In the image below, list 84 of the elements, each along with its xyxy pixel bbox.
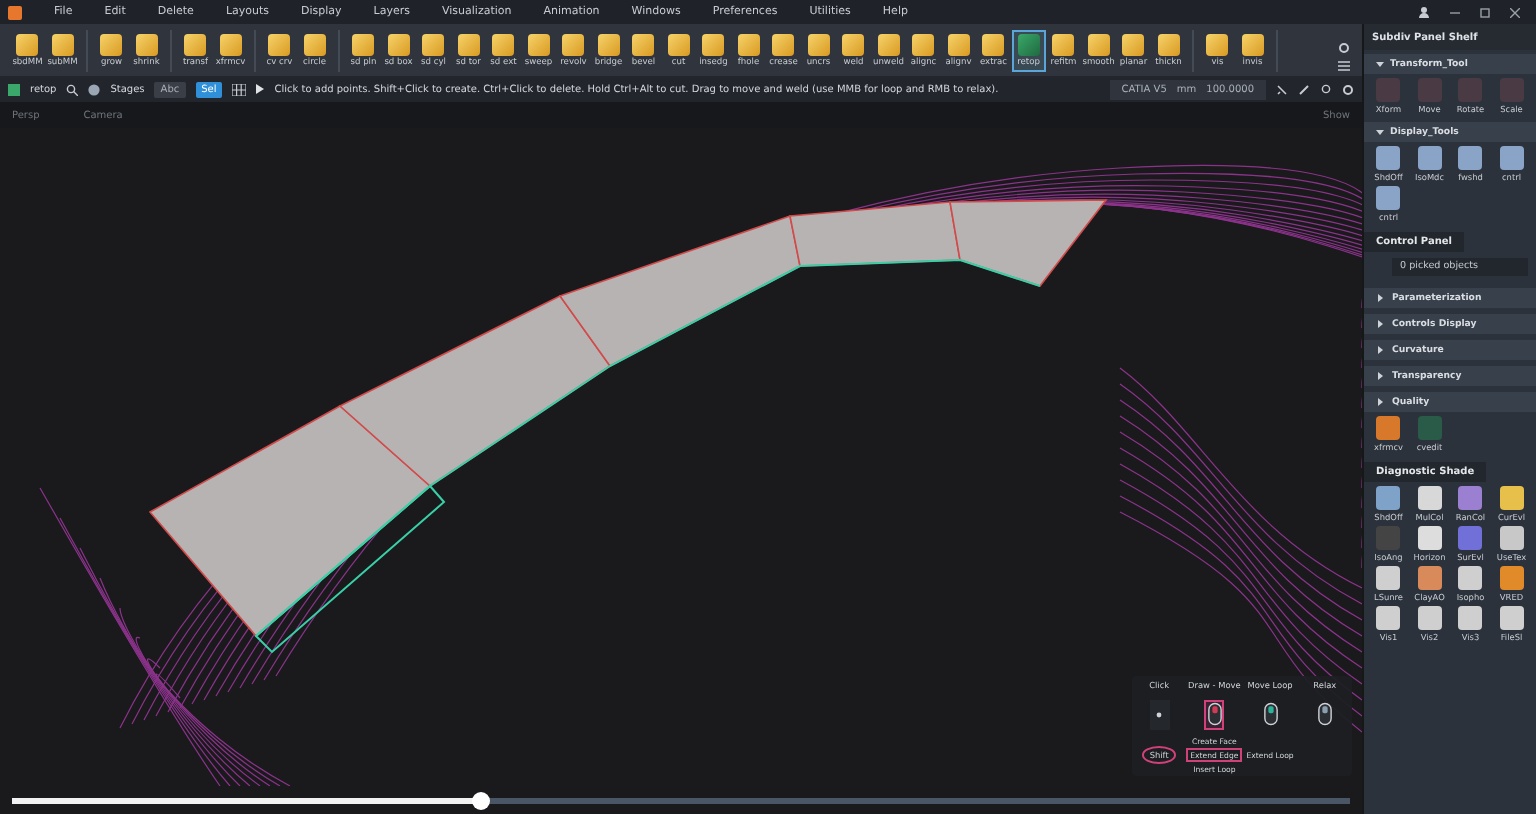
tool-icon — [352, 34, 375, 56]
tool-icon — [1376, 416, 1401, 440]
tool-icon — [1122, 34, 1145, 56]
tool-icon — [1499, 78, 1524, 102]
tool-icon — [51, 34, 74, 56]
tool-icon — [1087, 34, 1110, 56]
tool-icon — [982, 34, 1005, 56]
caret-icon — [1376, 346, 1384, 354]
tool-icon — [947, 34, 970, 56]
timeline-track[interactable] — [12, 798, 1350, 804]
tool-icon — [1417, 146, 1442, 170]
maximize-icon[interactable] — [1480, 7, 1490, 17]
caret-icon — [1376, 398, 1384, 406]
tool-icon — [1499, 146, 1524, 170]
caret-icon — [1376, 128, 1384, 136]
list-icon[interactable] — [1338, 60, 1350, 72]
tool-icon — [1417, 78, 1442, 102]
tool-icon — [1417, 486, 1442, 510]
tool-icon — [219, 34, 242, 56]
tool-icon — [1458, 146, 1483, 170]
tool-icon — [632, 34, 655, 56]
minimize-icon[interactable] — [1450, 7, 1460, 17]
tool-icon — [912, 34, 935, 56]
play-icon[interactable] — [256, 84, 265, 94]
tool-icon — [877, 34, 900, 56]
tool-icon — [1052, 34, 1075, 56]
tool-icon — [1376, 486, 1401, 510]
tool-icon — [1499, 606, 1524, 630]
tool-icon — [772, 34, 795, 56]
tool-icon — [1458, 526, 1483, 550]
grid-icon[interactable] — [232, 83, 247, 95]
tool-icon — [457, 34, 480, 56]
tool-icon — [1458, 566, 1483, 590]
caret-icon — [1376, 60, 1384, 68]
tool-icon — [422, 34, 445, 56]
tool-icon — [597, 34, 620, 56]
tool-icon — [1376, 78, 1401, 102]
caret-icon — [1376, 372, 1384, 380]
tool-icon — [702, 34, 725, 56]
tool-icon — [184, 34, 207, 56]
tool-icon — [1206, 34, 1229, 56]
tool-icon — [667, 34, 690, 56]
tool-icon — [1417, 606, 1442, 630]
tool-icon — [387, 34, 410, 56]
tool-icon — [1241, 34, 1264, 56]
settings-icon[interactable] — [1338, 42, 1350, 54]
tool-icon — [562, 34, 585, 56]
search-icon[interactable] — [66, 83, 79, 95]
tool-icon — [1017, 34, 1040, 56]
app-logo — [8, 5, 22, 19]
tool-icon — [100, 34, 123, 56]
tool-icon — [1499, 566, 1524, 590]
tool-icon — [492, 34, 515, 56]
tool-icon — [1376, 146, 1401, 170]
tool-icon — [1157, 34, 1180, 56]
tool-icon — [1376, 606, 1401, 630]
tool-icon — [1499, 526, 1524, 550]
tool-icon — [135, 34, 158, 56]
settings-icon[interactable] — [1342, 83, 1354, 95]
tool-icon — [1376, 566, 1401, 590]
tool-icon — [1417, 526, 1442, 550]
tool-icon — [1376, 526, 1401, 550]
tool-icon — [1417, 566, 1442, 590]
close-icon[interactable] — [1510, 7, 1520, 17]
tool-icon — [8, 83, 20, 95]
tool-icon — [1417, 416, 1442, 440]
tool-icon — [1499, 486, 1524, 510]
dot-icon — [1156, 711, 1163, 717]
caret-icon — [1376, 320, 1384, 328]
user-icon[interactable] — [1418, 6, 1430, 18]
caret-icon — [1376, 294, 1384, 302]
tool-icon — [1458, 606, 1483, 630]
timeline-handle[interactable] — [472, 792, 491, 810]
tool-icon — [737, 34, 760, 56]
tool-icon — [1376, 186, 1401, 210]
tool-icon — [807, 34, 830, 56]
tool-icon — [1458, 486, 1483, 510]
tool-icon — [1458, 78, 1483, 102]
tool-icon — [527, 34, 550, 56]
tool-icon — [303, 34, 326, 56]
sphere-icon — [88, 83, 101, 95]
tool-icon — [16, 34, 39, 56]
tool-icon — [268, 34, 291, 56]
tool-icon — [842, 34, 865, 56]
